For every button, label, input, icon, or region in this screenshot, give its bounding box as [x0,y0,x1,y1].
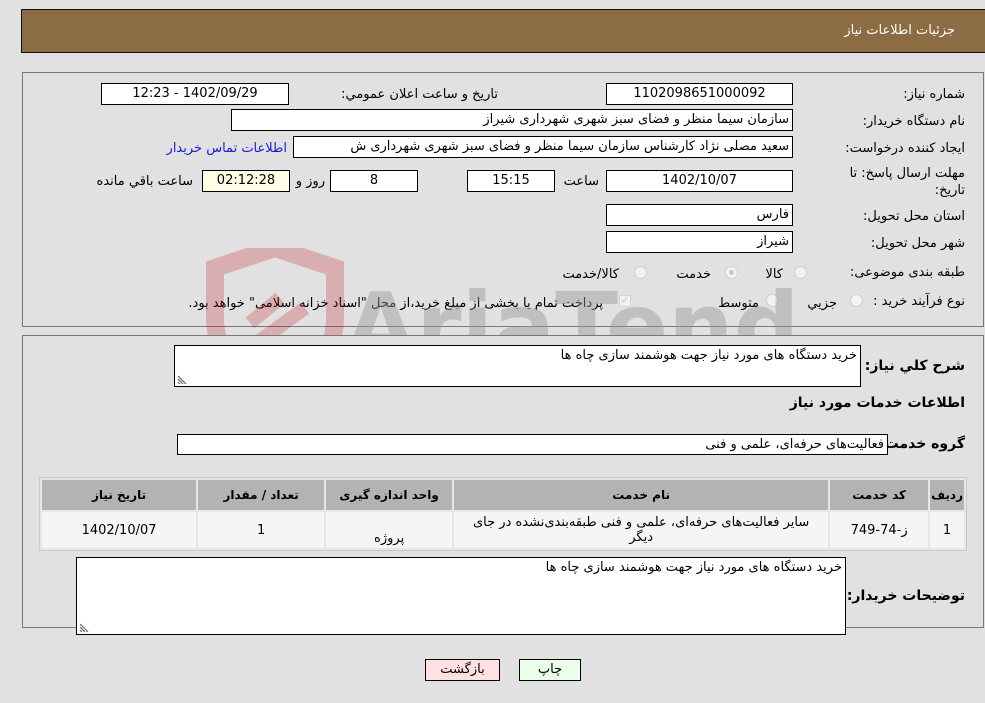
buyer-org-label: نام دستگاه خریدار: [862,114,965,129]
resize-grip-icon[interactable] [79,623,89,633]
need-number-label: شماره نیاز: [903,87,965,102]
deadline-time-label: ساعت [563,174,599,189]
services-section-title: اطلاعات خدمات مورد نیاز [789,395,965,411]
announce-datetime-label: تاریخ و ساعت اعلان عمومي: [341,87,498,102]
col-quantity: تعداد / مقدار [198,480,325,510]
province-label: استان محل تحویل: [863,209,965,224]
category-radio-goods-service[interactable] [634,266,647,279]
buyer-notes-text: خرید دستگاه های مورد نیاز جهت هوشمند ساز… [545,560,842,575]
cell-need-date: 1402/10/07 [42,512,197,548]
process-option-minor: جزيي [807,296,837,311]
description-text: خرید دستگاه های مورد نیاز جهت هوشمند ساز… [560,348,857,363]
col-service-name: نام خدمت [454,480,829,510]
col-need-date: تاریخ نیاز [42,480,197,510]
requester-field: سعید مصلی نژاد کارشناس سازمان سیما منظر … [293,136,793,158]
back-button[interactable]: بازگشت [425,659,500,681]
table-row: 1 ز-74-749 سایر فعالیت‌های حرفه‌ای، علمی… [42,512,964,548]
page-title: جزئیات اطلاعات نیاز [844,23,955,38]
province-field: فارس [606,204,793,226]
process-option-medium: متوسط [718,296,759,311]
requester-label: ایجاد کننده درخواست: [845,141,965,156]
category-radio-service[interactable] [725,266,738,279]
description-textarea[interactable]: خرید دستگاه های مورد نیاز جهت هوشمند ساز… [174,345,861,387]
treasury-payment-note: پرداخت تمام یا بخشی از مبلغ خرید،از محل … [188,296,603,311]
category-option-service: خدمت [676,267,711,282]
treasury-payment-checkbox[interactable]: ✓ [619,295,631,307]
category-option-goods: کالا [765,267,783,282]
buyer-notes-label: توضیحات خریدار: [846,588,965,604]
deadline-date-field: 1402/10/07 [606,170,793,192]
table-header-row: ردیف کد خدمت نام خدمت واحد اندازه گیری ت… [42,480,964,510]
city-label: شهر محل تحویل: [870,236,965,251]
time-remaining-field: 02:12:28 [202,170,290,192]
city-field: شیراز [606,231,793,253]
service-group-label: گروه خدمت: [879,436,965,452]
announce-datetime-field: 1402/09/29 - 12:23 [101,83,289,105]
deadline-label: مهلت ارسال پاسخ: تا تاریخ: [849,166,965,198]
print-button[interactable]: چاپ [519,659,581,681]
days-label: روز و [295,174,325,189]
category-radio-goods[interactable] [794,266,807,279]
col-unit: واحد اندازه گیری [326,480,453,510]
category-option-goods-service: کالا/خدمت [562,267,619,282]
process-radio-medium[interactable] [766,294,779,307]
col-service-code: کد خدمت [830,480,929,510]
buyer-contact-link[interactable]: اطلاعات تماس خریدار [167,141,287,156]
cell-service-code: ز-74-749 [830,512,929,548]
services-table: ردیف کد خدمت نام خدمت واحد اندازه گیری ت… [39,477,967,551]
category-label: طبقه بندی موضوعی: [849,265,965,280]
deadline-time-field: 15:15 [467,170,555,192]
cell-service-name: سایر فعالیت‌های حرفه‌ای، علمی و فنی طبقه… [454,512,829,548]
time-remaining-label: ساعت باقي مانده [96,174,193,189]
process-type-label: نوع فرآیند خرید : [873,294,965,309]
process-radio-minor[interactable] [850,294,863,307]
buyer-org-field: سازمان سیما منظر و فضای سبز شهری شهرداری… [231,109,793,131]
service-group-field: فعالیت‌های حرفه‌ای، علمی و فنی [177,434,888,455]
page-header: جزئیات اطلاعات نیاز [21,9,985,53]
description-label: شرح کلي نیاز: [864,358,965,374]
days-remaining-field: 8 [330,170,418,192]
need-number-field: 1102098651000092 [606,83,793,105]
need-detail-panel: شرح کلي نیاز: خرید دستگاه های مورد نیاز … [22,335,984,635]
cell-quantity: 1 [198,512,325,548]
resize-grip-icon[interactable] [177,375,187,385]
buyer-notes-textarea[interactable]: خرید دستگاه های مورد نیاز جهت هوشمند ساز… [76,557,846,635]
cell-row-number: 1 [930,512,964,548]
col-row-number: ردیف [930,480,964,510]
cell-unit: پروژه [326,512,453,548]
need-info-panel: شماره نیاز: 1102098651000092 تاریخ و ساع… [22,72,984,327]
